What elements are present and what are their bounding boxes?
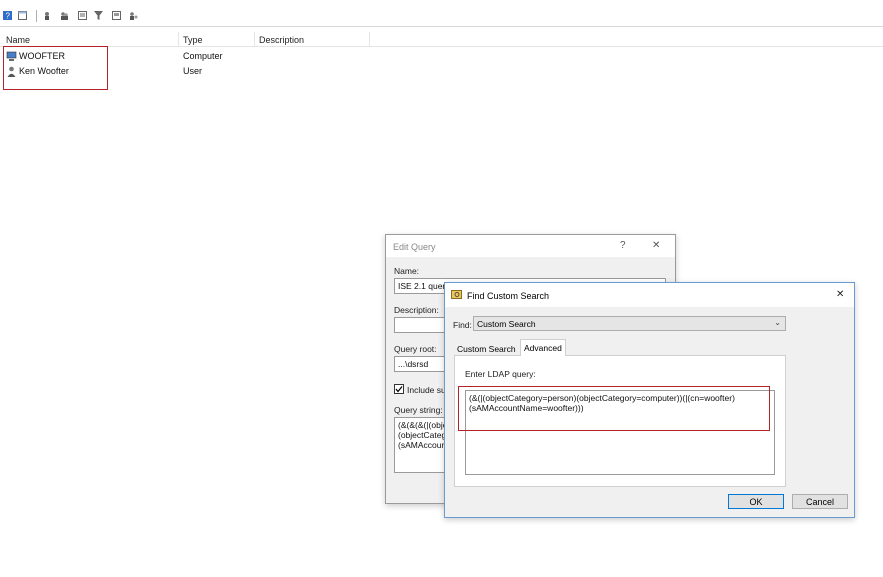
column-divider bbox=[369, 32, 370, 46]
help-icon[interactable]: ? bbox=[3, 11, 12, 20]
column-header-description[interactable]: Description bbox=[259, 35, 304, 45]
find-custom-search-dialog: Find Custom Search ✕ Find: Custom Search… bbox=[444, 282, 855, 518]
name-label: Name: bbox=[394, 266, 420, 276]
query-string-label: Query string: bbox=[394, 405, 443, 415]
find-label: Find: bbox=[453, 320, 472, 330]
row-type: User bbox=[183, 66, 203, 76]
cancel-button[interactable]: Cancel bbox=[792, 494, 848, 509]
query-icon[interactable] bbox=[78, 11, 87, 20]
column-divider bbox=[178, 32, 179, 46]
filter-icon[interactable] bbox=[94, 11, 103, 20]
query-root-label: Query root: bbox=[394, 344, 437, 354]
chevron-down-icon: ⌄ bbox=[774, 318, 781, 327]
ldap-query-label: Enter LDAP query: bbox=[465, 369, 536, 379]
column-header-name[interactable]: Name bbox=[6, 35, 30, 45]
find-custom-title: Find Custom Search bbox=[467, 291, 550, 301]
highlight-box-ldap bbox=[458, 386, 770, 431]
toolbar-separator bbox=[36, 10, 37, 22]
highlight-box-results bbox=[3, 46, 108, 90]
find-dropdown-value: Custom Search bbox=[477, 319, 536, 329]
column-header-type[interactable]: Type bbox=[183, 35, 203, 45]
list-header: Name Type Description bbox=[0, 32, 883, 47]
find-dropdown[interactable]: Custom Search ⌄ bbox=[473, 316, 786, 331]
find-users-icon[interactable] bbox=[43, 11, 52, 20]
close-icon[interactable]: ✕ bbox=[652, 240, 660, 251]
description-label: Description: bbox=[394, 305, 439, 315]
edit-query-title: Edit Query bbox=[393, 242, 436, 252]
tab-advanced[interactable]: Advanced bbox=[520, 339, 566, 356]
tab-custom-search[interactable]: Custom Search bbox=[454, 341, 519, 356]
find-custom-titlebar: Find Custom Search ✕ bbox=[445, 283, 854, 307]
include-subcontainers-checkbox[interactable] bbox=[394, 384, 404, 394]
users-icon[interactable] bbox=[129, 11, 138, 20]
find-window-icon bbox=[451, 290, 462, 299]
find-group-icon[interactable] bbox=[60, 11, 69, 20]
include-subcontainers-label: Include su bbox=[407, 385, 446, 395]
view-icon[interactable] bbox=[18, 11, 27, 20]
edit-query-titlebar: Edit Query ? ✕ bbox=[386, 235, 675, 257]
ok-button[interactable]: OK bbox=[728, 494, 784, 509]
svg-text:?: ? bbox=[6, 12, 11, 21]
toolbar: ? bbox=[0, 0, 883, 27]
close-icon[interactable]: ✕ bbox=[836, 289, 844, 300]
saved-query-icon[interactable] bbox=[112, 11, 121, 20]
advanced-tab-panel: Enter LDAP query: (&(|(objectCategory=pe… bbox=[454, 355, 786, 487]
column-divider bbox=[254, 32, 255, 46]
row-type: Computer bbox=[183, 51, 223, 61]
help-button[interactable]: ? bbox=[620, 240, 626, 251]
